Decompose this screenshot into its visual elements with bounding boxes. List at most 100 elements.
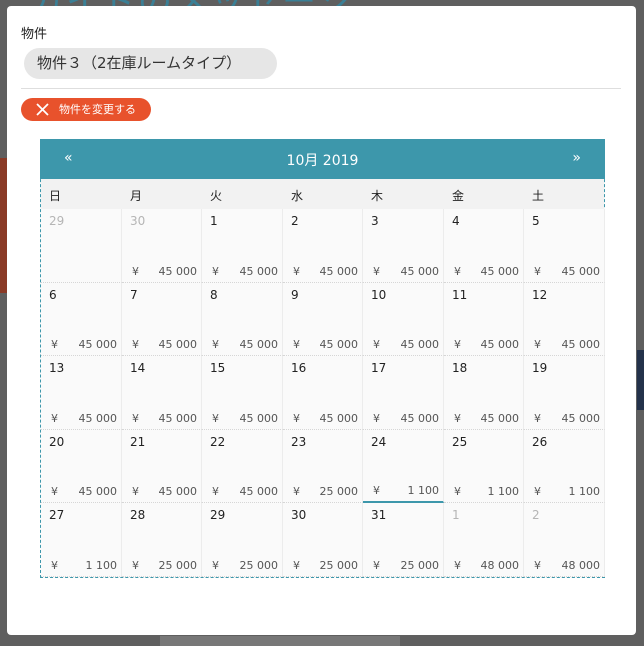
calendar-day-cell[interactable]: 11 ¥45 000 bbox=[444, 283, 524, 356]
day-number: 30 bbox=[130, 214, 146, 228]
calendar-day-cell[interactable]: 5 ¥45 000 bbox=[524, 209, 605, 283]
day-price: 45 000 bbox=[319, 265, 359, 278]
day-number: 17 bbox=[371, 361, 387, 375]
day-price: 45 000 bbox=[78, 485, 118, 498]
calendar-day-cell[interactable]: 16 ¥45 000 bbox=[283, 356, 363, 430]
calendar-day-cell[interactable]: 29 ¥25 000 bbox=[202, 503, 283, 577]
calendar-day-cell[interactable]: 23 ¥25 000 bbox=[283, 430, 363, 503]
calendar-day-cell[interactable]: 3 ¥45 000 bbox=[363, 209, 444, 283]
day-price: 45 000 bbox=[239, 485, 279, 498]
day-price: 45 000 bbox=[561, 412, 601, 425]
background-panel bbox=[0, 158, 7, 293]
day-number: 8 bbox=[210, 288, 218, 302]
calendar-day-cell[interactable]: 17 ¥45 000 bbox=[363, 356, 444, 430]
day-number: 27 bbox=[49, 508, 65, 522]
calendar-day-cell[interactable]: 2 ¥45 000 bbox=[283, 209, 363, 283]
day-number: 6 bbox=[49, 288, 57, 302]
day-number: 5 bbox=[532, 214, 540, 228]
calendar-day-cell[interactable]: 22 ¥45 000 bbox=[202, 430, 283, 503]
calendar-day-cell[interactable]: 29 bbox=[41, 209, 122, 283]
calendar-day-cell[interactable]: 7 ¥45 000 bbox=[122, 283, 202, 356]
day-price: 45 000 bbox=[78, 412, 118, 425]
day-number: 2 bbox=[532, 508, 540, 522]
day-number: 4 bbox=[452, 214, 460, 228]
day-number: 3 bbox=[371, 214, 379, 228]
day-number: 14 bbox=[130, 361, 146, 375]
currency-symbol: ¥ bbox=[534, 338, 541, 351]
day-number: 25 bbox=[452, 435, 468, 449]
currency-symbol: ¥ bbox=[293, 559, 300, 572]
calendar-day-cell[interactable]: 21 ¥45 000 bbox=[122, 430, 202, 503]
day-price: 1 100 bbox=[568, 485, 601, 498]
calendar-day-cell[interactable]: 13 ¥45 000 bbox=[41, 356, 122, 430]
currency-symbol: ¥ bbox=[454, 559, 461, 572]
currency-symbol: ¥ bbox=[454, 265, 461, 278]
calendar-day-cell[interactable]: 2 ¥48 000 bbox=[524, 503, 605, 577]
day-price: 48 000 bbox=[480, 559, 520, 572]
calendar-day-cell[interactable]: 12 ¥45 000 bbox=[524, 283, 605, 356]
day-price: 25 000 bbox=[239, 559, 279, 572]
calendar-day-cell[interactable]: 4 ¥45 000 bbox=[444, 209, 524, 283]
currency-symbol: ¥ bbox=[132, 485, 139, 498]
calendar-day-cell[interactable]: 25 ¥1 100 bbox=[444, 430, 524, 503]
calendar-day-cell[interactable]: 28 ¥25 000 bbox=[122, 503, 202, 577]
day-number: 29 bbox=[210, 508, 226, 522]
calendar-day-cell[interactable]: 9 ¥45 000 bbox=[283, 283, 363, 356]
day-price: 45 000 bbox=[400, 338, 440, 351]
day-number: 13 bbox=[49, 361, 65, 375]
currency-symbol: ¥ bbox=[51, 559, 58, 572]
calendar-day-cell[interactable]: 26 ¥1 100 bbox=[524, 430, 605, 503]
day-price: 45 000 bbox=[158, 338, 198, 351]
currency-symbol: ¥ bbox=[373, 484, 380, 497]
currency-symbol: ¥ bbox=[51, 338, 58, 351]
day-price: 45 000 bbox=[480, 412, 520, 425]
calendar-day-cell[interactable]: 1 ¥45 000 bbox=[202, 209, 283, 283]
next-month-button[interactable]: » bbox=[572, 150, 581, 166]
currency-symbol: ¥ bbox=[212, 265, 219, 278]
currency-symbol: ¥ bbox=[373, 265, 380, 278]
calendar-day-cell[interactable]: 6 ¥45 000 bbox=[41, 283, 122, 356]
calendar-day-cell[interactable]: 18 ¥45 000 bbox=[444, 356, 524, 430]
calendar-day-cell[interactable]: 24 ¥1 100 bbox=[363, 430, 444, 503]
day-number: 2 bbox=[291, 214, 299, 228]
calendar-day-cell[interactable]: 27 ¥1 100 bbox=[41, 503, 122, 577]
property-calendar-modal: 物件 物件３（2在庫ルームタイプ） 物件を変更する « 10月 2019 » 日… bbox=[7, 6, 636, 635]
calendar-day-cell[interactable]: 8 ¥45 000 bbox=[202, 283, 283, 356]
day-number: 29 bbox=[49, 214, 65, 228]
day-price: 45 000 bbox=[400, 412, 440, 425]
day-number: 18 bbox=[452, 361, 468, 375]
calendar-day-cell[interactable]: 14 ¥45 000 bbox=[122, 356, 202, 430]
calendar-day-cell[interactable]: 1 ¥48 000 bbox=[444, 503, 524, 577]
currency-symbol: ¥ bbox=[534, 412, 541, 425]
calendar-day-cell[interactable]: 30 ¥45 000 bbox=[122, 209, 202, 283]
calendar-day-cell[interactable]: 10 ¥45 000 bbox=[363, 283, 444, 356]
background-card bbox=[160, 636, 400, 646]
currency-symbol: ¥ bbox=[454, 338, 461, 351]
day-number: 15 bbox=[210, 361, 226, 375]
currency-symbol: ¥ bbox=[212, 485, 219, 498]
day-price: 1 100 bbox=[487, 485, 520, 498]
day-number: 30 bbox=[291, 508, 307, 522]
currency-symbol: ¥ bbox=[293, 338, 300, 351]
calendar-day-cell[interactable]: 19 ¥45 000 bbox=[524, 356, 605, 430]
day-price: 1 100 bbox=[85, 559, 118, 572]
weekday-label: 木 bbox=[371, 189, 384, 203]
day-number: 28 bbox=[130, 508, 146, 522]
day-number: 11 bbox=[452, 288, 468, 302]
calendar-header: « 10月 2019 » bbox=[40, 139, 605, 179]
currency-symbol: ¥ bbox=[373, 412, 380, 425]
day-price: 45 000 bbox=[400, 265, 440, 278]
day-number: 21 bbox=[130, 435, 146, 449]
change-property-button[interactable]: 物件を変更する bbox=[21, 98, 151, 121]
calendar-day-cell[interactable]: 15 ¥45 000 bbox=[202, 356, 283, 430]
weekday-label: 日 bbox=[49, 189, 62, 203]
currency-symbol: ¥ bbox=[454, 412, 461, 425]
calendar-day-cell[interactable]: 30 ¥25 000 bbox=[283, 503, 363, 577]
weekday-header: 日月火水木金土 bbox=[41, 179, 604, 209]
calendar-day-cell[interactable]: 31 ¥25 000 bbox=[363, 503, 444, 577]
close-icon bbox=[36, 103, 49, 116]
currency-symbol: ¥ bbox=[454, 485, 461, 498]
day-price: 45 000 bbox=[319, 338, 359, 351]
calendar-day-cell[interactable]: 20 ¥45 000 bbox=[41, 430, 122, 503]
currency-symbol: ¥ bbox=[132, 338, 139, 351]
